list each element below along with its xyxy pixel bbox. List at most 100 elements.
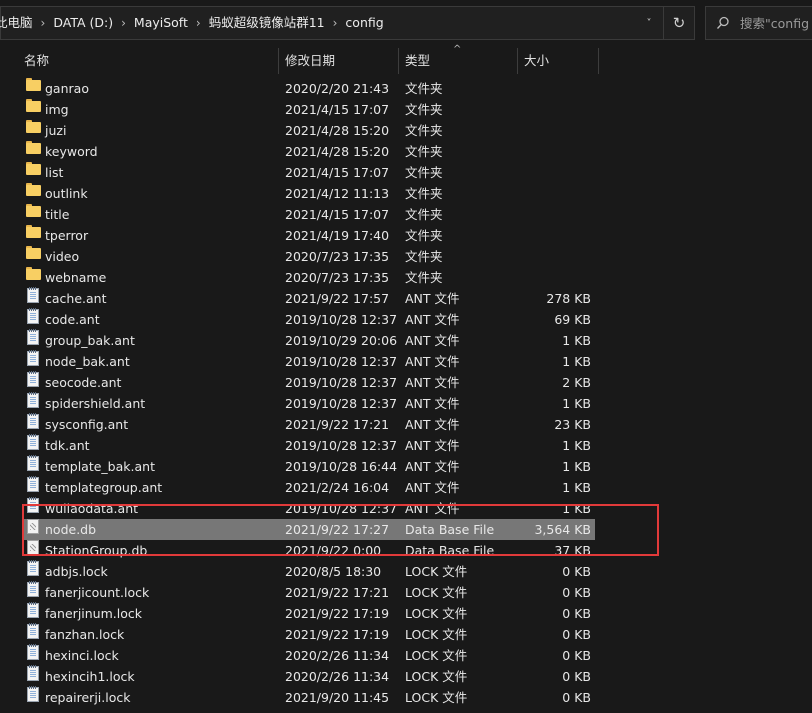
file-row[interactable]: repairerji.lock 2021/9/20 11:45 LOCK 文件 0 K… [22, 686, 595, 708]
file-name: wuliaodata.ant [45, 501, 139, 516]
file-row[interactable]: code.ant 2019/10/28 12:37 ANT 文件 69 KB [22, 308, 595, 330]
file-row[interactable]: adbjs.lock 2020/8/5 18:30 LOCK 文件 0 KB [22, 560, 595, 582]
file-name: juzi [45, 123, 67, 138]
breadcrumb-separator-icon[interactable]: › [119, 16, 128, 30]
file-type: LOCK 文件 [405, 690, 468, 705]
folder-icon [26, 246, 41, 260]
file-row[interactable]: title 2021/4/15 17:07 文件夹 [22, 204, 595, 225]
file-row[interactable]: webname 2020/7/23 17:35 文件夹 [22, 267, 595, 288]
file-row[interactable]: outlink 2021/4/12 11:13 文件夹 [22, 183, 595, 204]
file-row[interactable]: wuliaodata.ant 2019/10/28 12:37 ANT 文件 1 KB [22, 497, 595, 519]
file-row[interactable]: keyword 2021/4/28 15:20 文件夹 [22, 141, 595, 162]
file-name: group_bak.ant [45, 333, 135, 348]
notepad-file-icon [27, 434, 39, 450]
file-row[interactable]: sysconfig.ant 2021/9/22 17:21 ANT 文件 23 KB [22, 413, 595, 435]
file-size: 1 KB [562, 354, 591, 369]
breadcrumb-config[interactable]: config [339, 7, 389, 39]
file-date-modified: 2021/4/15 17:07 [285, 165, 390, 180]
chevron-down-icon[interactable]: ˅ [637, 7, 661, 39]
file-date-modified: 2021/9/22 17:21 [285, 585, 390, 600]
refresh-icon[interactable]: ↻ [663, 7, 694, 39]
file-name: spidershield.ant [45, 396, 146, 411]
file-row[interactable]: templategroup.ant 2021/2/24 16:04 ANT 文件 1 … [22, 476, 595, 498]
file-row[interactable]: tdk.ant 2019/10/28 12:37 ANT 文件 1 KB [22, 434, 595, 456]
file-date-modified: 2021/9/22 17:19 [285, 627, 390, 642]
file-date-modified: 2021/2/24 16:04 [285, 480, 390, 495]
file-row[interactable]: seocode.ant 2019/10/28 12:37 ANT 文件 2 KB [22, 371, 595, 393]
file-type: ANT 文件 [405, 438, 460, 453]
address-bar[interactable]: 此电脑 › DATA (D:) › MayiSoft › 蚂蚁超级镜像站群11 … [0, 6, 695, 40]
file-date-modified: 2020/2/26 11:34 [285, 669, 390, 684]
breadcrumb: 此电脑 › DATA (D:) › MayiSoft › 蚂蚁超级镜像站群11 … [0, 7, 390, 39]
file-row[interactable]: hexinci.lock 2020/2/26 11:34 LOCK 文件 0 KB [22, 644, 595, 666]
file-name: node.db [45, 522, 97, 537]
folder-icon [26, 183, 41, 197]
file-date-modified: 2021/4/28 15:20 [285, 123, 390, 138]
file-date-modified: 2019/10/28 12:37 [285, 312, 398, 327]
file-row[interactable]: tperror 2021/4/19 17:40 文件夹 [22, 225, 595, 246]
search-box[interactable] [705, 6, 812, 40]
folder-icon [26, 267, 41, 281]
notepad-file-icon [27, 497, 39, 513]
column-divider[interactable] [598, 48, 599, 74]
breadcrumb-data-drive[interactable]: DATA (D:) [47, 7, 119, 39]
breadcrumb-separator-icon[interactable]: › [194, 16, 203, 30]
notepad-file-icon [27, 665, 39, 681]
file-date-modified: 2019/10/28 16:44 [285, 459, 398, 474]
file-type: Data Base File [405, 543, 495, 558]
file-row[interactable]: fanerjinum.lock 2021/9/22 17:19 LOCK 文件 0 K… [22, 602, 595, 624]
notepad-file-icon [27, 371, 39, 387]
breadcrumb-this-pc[interactable]: 此电脑 [0, 7, 39, 39]
breadcrumb-mayisoft[interactable]: MayiSoft [128, 7, 194, 39]
file-date-modified: 2019/10/28 12:37 [285, 354, 398, 369]
file-row[interactable]: node_bak.ant 2019/10/28 12:37 ANT 文件 1 KB [22, 350, 595, 372]
file-row[interactable]: list 2021/4/15 17:07 文件夹 [22, 162, 595, 183]
file-row[interactable]: template_bak.ant 2019/10/28 16:44 ANT 文件 1 … [22, 455, 595, 477]
column-type[interactable]: 类型 [399, 48, 517, 74]
file-name: outlink [45, 186, 88, 201]
file-type: ANT 文件 [405, 480, 460, 495]
file-name: ganrao [45, 81, 89, 96]
file-date-modified: 2019/10/28 12:37 [285, 375, 398, 390]
file-type: 文件夹 [405, 144, 443, 159]
notepad-file-icon [27, 686, 39, 702]
file-row[interactable]: video 2020/7/23 17:35 文件夹 [22, 246, 595, 267]
search-input[interactable] [740, 15, 812, 31]
file-row[interactable]: spidershield.ant 2019/10/28 12:37 ANT 文件 1 … [22, 392, 595, 414]
file-name: code.ant [45, 312, 100, 327]
file-date-modified: 2021/9/22 17:57 [285, 291, 390, 306]
column-name[interactable]: 名称 [18, 48, 278, 74]
file-row[interactable]: StationGroup.db 2021/9/22 0:00 Data Base F… [22, 540, 595, 561]
file-row[interactable]: cache.ant 2021/9/22 17:57 ANT 文件 278 KB [22, 287, 595, 309]
file-date-modified: 2021/4/19 17:40 [285, 228, 390, 243]
file-type: ANT 文件 [405, 396, 460, 411]
folder-icon [26, 225, 41, 239]
column-size[interactable]: 大小 [518, 48, 598, 74]
file-name: templategroup.ant [45, 480, 163, 495]
breadcrumb-separator-icon[interactable]: › [331, 16, 340, 30]
file-row[interactable]: node.db 2021/9/22 17:27 Data Base File 3,56… [22, 519, 595, 540]
file-type: ANT 文件 [405, 375, 460, 390]
notepad-file-icon [27, 350, 39, 366]
file-row[interactable]: fanzhan.lock 2021/9/22 17:19 LOCK 文件 0 KB [22, 623, 595, 645]
file-type: 文件夹 [405, 249, 443, 264]
file-row[interactable]: fanerjicount.lock 2021/9/22 17:21 LOCK 文件 0… [22, 581, 595, 603]
breadcrumb-separator-icon[interactable]: › [39, 16, 48, 30]
file-size: 0 KB [562, 606, 591, 621]
breadcrumb-site-folder[interactable]: 蚂蚁超级镜像站群11 [203, 7, 331, 39]
file-row[interactable]: hexincih1.lock 2020/2/26 11:34 LOCK 文件 0 KB [22, 665, 595, 687]
file-name: tperror [45, 228, 89, 243]
file-type: LOCK 文件 [405, 648, 468, 663]
column-date-modified[interactable]: 修改日期 [279, 48, 398, 74]
file-type: 文件夹 [405, 228, 443, 243]
file-row[interactable]: ganrao 2020/2/20 21:43 文件夹 [22, 78, 595, 99]
file-type: LOCK 文件 [405, 627, 468, 642]
file-size: 0 KB [562, 627, 591, 642]
file-row[interactable]: juzi 2021/4/28 15:20 文件夹 [22, 120, 595, 141]
file-row[interactable]: group_bak.ant 2019/10/29 20:06 ANT 文件 1 KB [22, 329, 595, 351]
file-type: Data Base File [405, 522, 495, 537]
file-type: 文件夹 [405, 81, 443, 96]
file-date-modified: 2021/4/15 17:07 [285, 102, 390, 117]
file-row[interactable]: img 2021/4/15 17:07 文件夹 [22, 99, 595, 120]
file-size: 1 KB [562, 480, 591, 495]
